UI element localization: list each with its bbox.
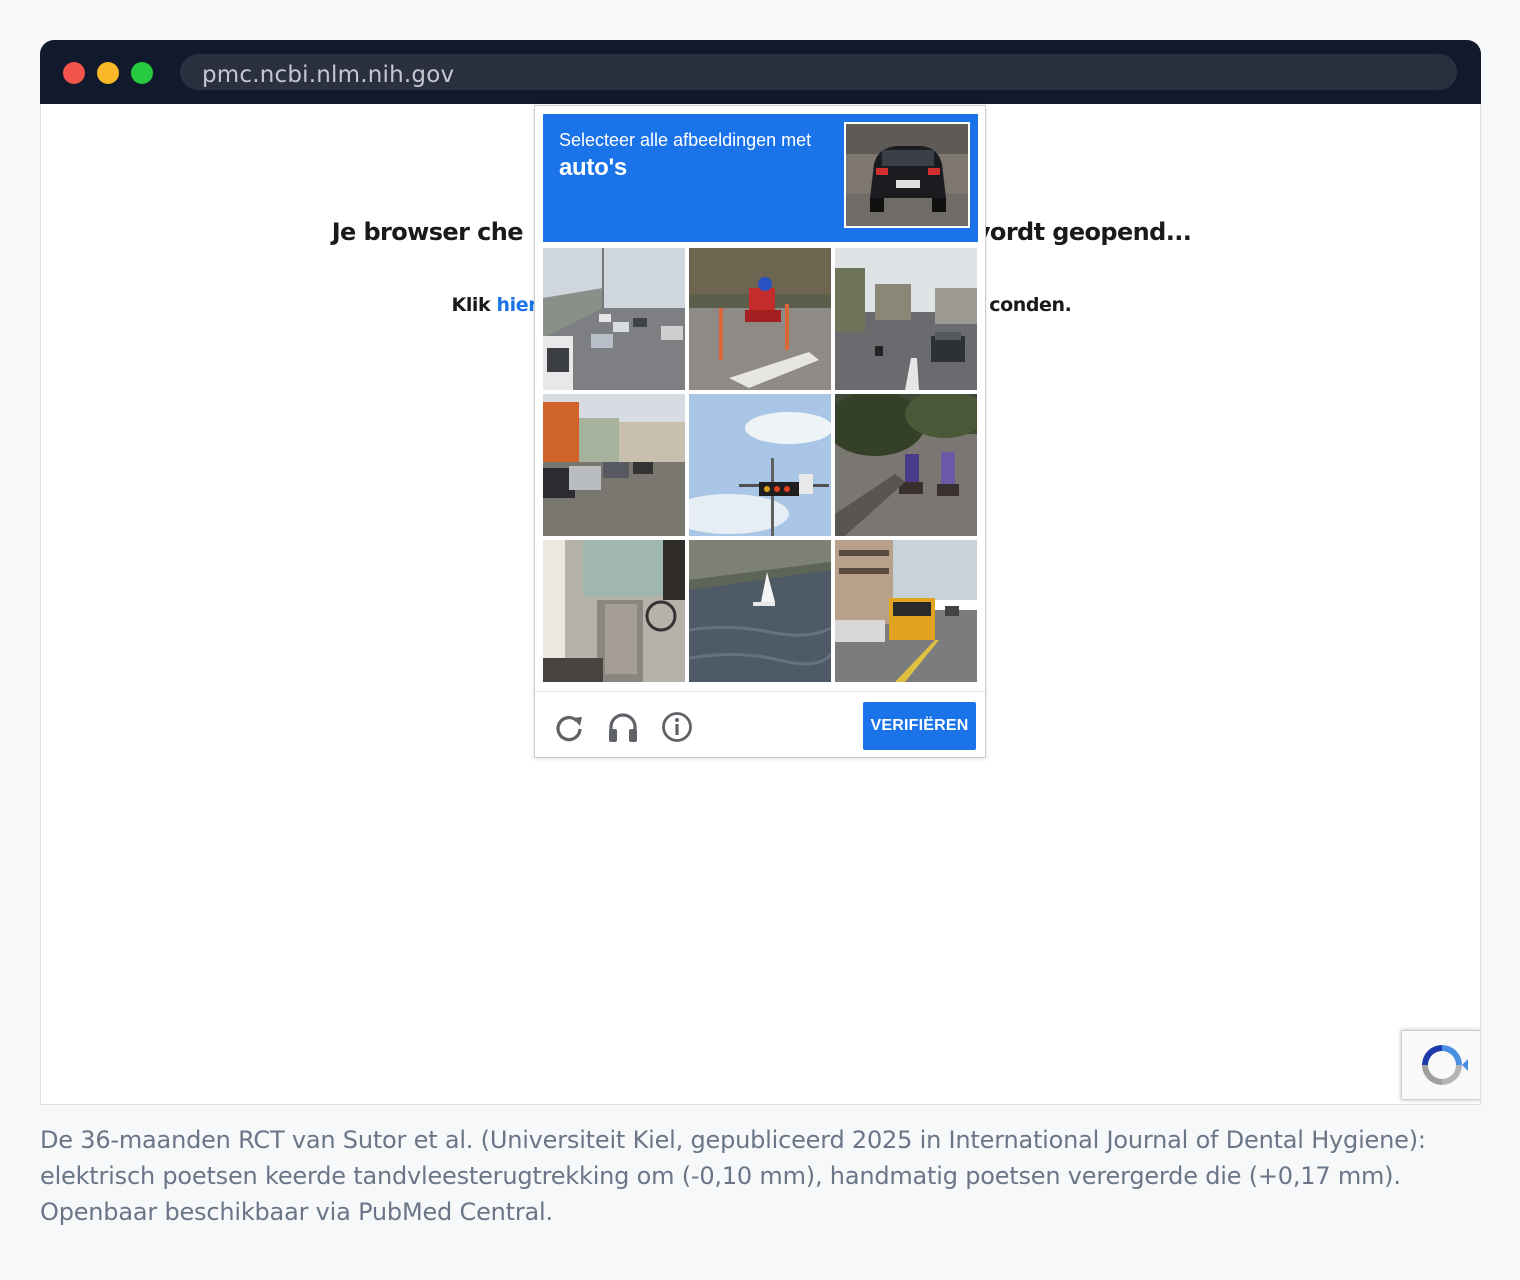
- captcha-widget: Selecteer alle afbeeldingen met auto's V…: [534, 105, 986, 758]
- captcha-tile-7[interactable]: [543, 540, 685, 682]
- minimize-window-button[interactable]: [97, 62, 119, 84]
- close-window-button[interactable]: [63, 62, 85, 84]
- checking-heading-left: Je browser che: [331, 218, 524, 246]
- captcha-instruction: Selecteer alle afbeeldingen met: [559, 130, 812, 150]
- maximize-window-button[interactable]: [131, 62, 153, 84]
- figure-caption: De 36-maanden RCT van Sutor et al. (Univ…: [40, 1126, 1426, 1226]
- captcha-sample-image: [844, 122, 970, 228]
- captcha-header: Selecteer alle afbeeldingen met auto's: [543, 114, 978, 242]
- captcha-tile-4[interactable]: [543, 394, 685, 536]
- captcha-tile-6[interactable]: [835, 394, 977, 536]
- redirect-link[interactable]: hier: [497, 294, 538, 316]
- captcha-footer: VERIFIËREN: [535, 691, 985, 758]
- browser-titlebar: pmc.ncbi.nlm.nih.gov: [40, 40, 1481, 104]
- captcha-tile-3[interactable]: [835, 248, 977, 390]
- recaptcha-badge[interactable]: [1401, 1030, 1480, 1100]
- captcha-tile-1[interactable]: [543, 248, 685, 390]
- captcha-target: auto's: [559, 154, 627, 181]
- info-icon[interactable]: [660, 710, 694, 744]
- audio-icon[interactable]: [606, 710, 640, 744]
- redirect-hint-suffix: conden.: [989, 294, 1072, 316]
- checking-heading-right: vordt geopend...: [974, 218, 1192, 246]
- captcha-tile-9[interactable]: [835, 540, 977, 682]
- address-bar[interactable]: pmc.ncbi.nlm.nih.gov: [180, 54, 1457, 90]
- reload-icon[interactable]: [552, 710, 586, 744]
- captcha-tile-5[interactable]: [689, 394, 831, 536]
- captcha-image-grid: [543, 248, 978, 683]
- verify-button[interactable]: VERIFIËREN: [863, 702, 976, 750]
- redirect-hint-prefix: Klik: [451, 294, 497, 316]
- captcha-tile-8[interactable]: [689, 540, 831, 682]
- url-text: pmc.ncbi.nlm.nih.gov: [202, 62, 455, 88]
- recaptcha-logo-icon: [1422, 1045, 1468, 1085]
- captcha-tile-2[interactable]: [689, 248, 831, 390]
